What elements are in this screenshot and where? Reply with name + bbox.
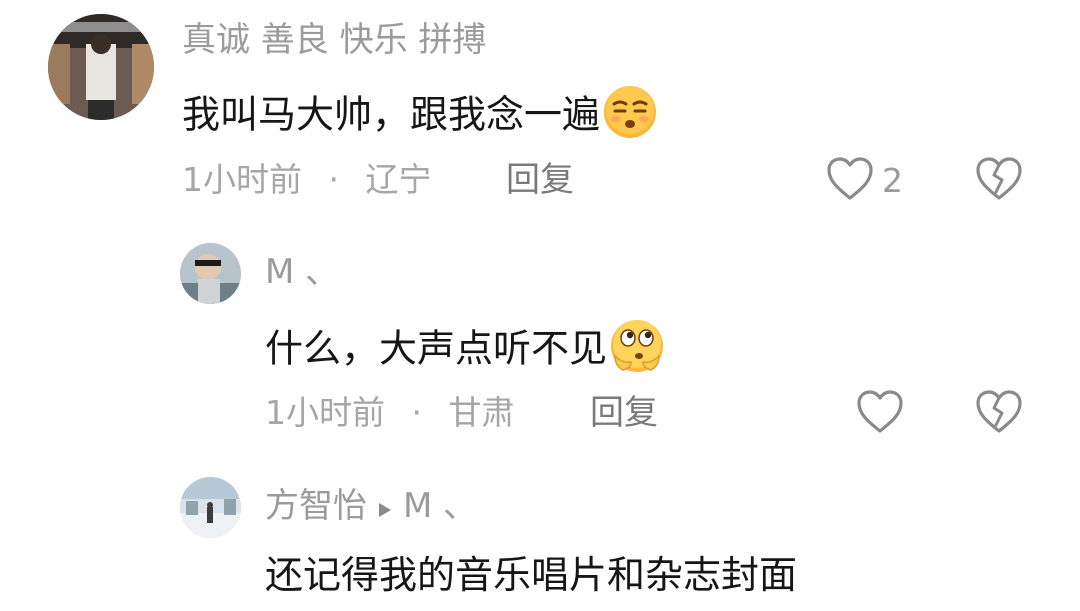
meta-separator: · <box>328 160 340 199</box>
comment-time: 1小时前 <box>265 393 385 432</box>
reply-button[interactable]: 回复 <box>506 160 574 200</box>
broken-heart-icon <box>975 390 1023 439</box>
comment-text: 还记得我的音乐唱片和杂志封面 <box>265 553 798 597</box>
meta-separator: · <box>411 393 423 432</box>
avatar[interactable] <box>180 477 241 538</box>
avatar[interactable] <box>180 243 241 304</box>
avatar[interactable] <box>48 14 154 120</box>
comment-time: 1小时前 <box>182 160 302 199</box>
like-button[interactable] <box>856 389 912 439</box>
comment-username[interactable]: M 、 <box>265 252 339 292</box>
comment-location: 辽宁 <box>365 160 432 199</box>
dislike-button[interactable] <box>975 156 1023 206</box>
like-count: 2 <box>882 161 903 200</box>
comment-meta: 1小时前 · 辽宁 <box>182 160 432 200</box>
thinking-eyes-emoji-icon <box>609 318 665 384</box>
reply-arrow-icon <box>377 488 393 528</box>
comment-text: 我叫马大帅，跟我念一遍 <box>182 84 658 150</box>
comment-username[interactable]: 真诚 善良 快乐 拼搏 <box>182 20 486 60</box>
dislike-button[interactable] <box>975 389 1023 439</box>
heart-icon <box>856 389 904 439</box>
reply-author-name[interactable]: 方智怡 <box>265 486 367 526</box>
comment-text-content: 我叫马大帅，跟我念一遍 <box>182 92 601 137</box>
heart-icon <box>826 156 874 206</box>
reply-button[interactable]: 回复 <box>590 393 658 433</box>
comment-meta: 1小时前 · 甘肃 <box>265 393 515 433</box>
reply-target-name[interactable]: M 、 <box>403 486 477 526</box>
comment-text: 什么，大声点听不见 <box>265 318 665 384</box>
comment-text-content: 什么，大声点听不见 <box>265 326 608 371</box>
broken-heart-icon <box>975 157 1023 206</box>
comment-username: 方智怡 M 、 <box>265 486 477 528</box>
like-button[interactable]: 2 <box>826 156 903 206</box>
unamused-emoji-icon <box>602 84 658 150</box>
comment-location: 甘肃 <box>448 393 515 432</box>
